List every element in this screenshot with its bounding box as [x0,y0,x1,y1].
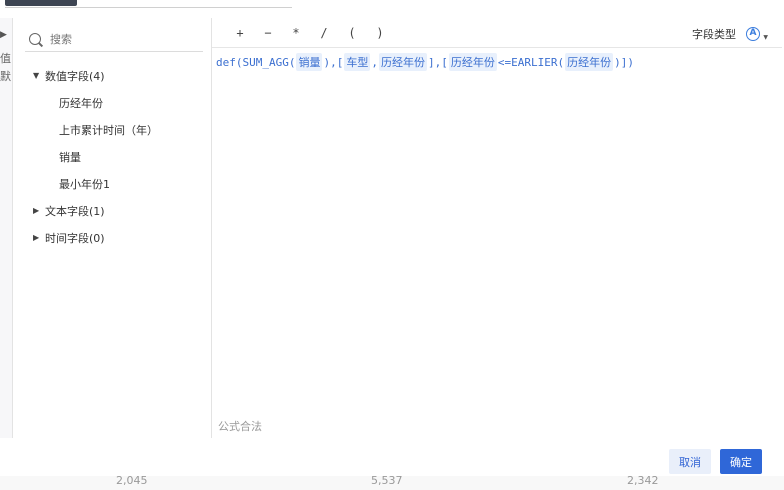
caret-down-icon: ▼ [33,71,40,80]
field-item[interactable]: 历经年份 [13,89,212,116]
close-paren-button[interactable]: ) [366,26,394,40]
search-input[interactable] [50,33,190,46]
background-cell: 2,342 [627,474,659,487]
formula-field-chip[interactable]: 历经年份 [378,53,427,71]
minus-button[interactable]: − [254,26,282,40]
chevron-down-icon: ▼ [763,34,768,41]
group-text-fields[interactable]: ▶ 文本字段(1) [13,197,212,224]
group-label: 数值字段(4) [45,69,105,83]
group-label: 时间字段(0) [45,231,105,245]
collapsed-side-panel[interactable]: ▶ 值 默 [0,18,13,438]
field-item[interactable]: 上市累计时间（年） [13,116,212,143]
formula-text: ],[ [427,55,448,69]
group-numeric-fields[interactable]: ▼ 数值字段(4) [13,62,212,89]
formula-dialog: ▶ 值 默 ▼ 数值字段(4) 历经年份 上市累计时间（年） 销量 最小年份1 … [0,18,784,478]
background-top [0,0,784,20]
operator-buttons: + − * / ( ) [226,26,394,40]
background-cell: 5,537 [371,474,403,487]
text-type-icon: A [746,27,760,41]
group-time-fields[interactable]: ▶ 时间字段(0) [13,224,212,251]
side-panel-char: 值 [0,52,11,65]
formula-field-chip[interactable]: 车型 [344,53,371,71]
caret-right-icon: ▶ [33,233,40,242]
formula-input[interactable]: def(SUM_AGG(销量),[车型, 历经年份],[历经年份 <=EARLIER… [216,52,776,72]
background-table-row: 2,045 5,537 2,342 [0,474,784,490]
confirm-button[interactable]: 确定 [720,449,762,474]
operator-toolbar: + − * / ( ) 字段类型 A ▼ [212,18,782,48]
field-item[interactable]: 销量 [13,143,212,170]
background-tab [5,0,77,6]
expand-arrow-icon[interactable]: ▶ [0,30,7,40]
formula-text: def(SUM_AGG( [216,55,296,69]
search-icon [28,32,44,48]
formula-editor: + − * / ( ) 字段类型 A ▼ def(SUM_AGG(销量),[车型… [212,18,782,438]
formula-text: ),[ [323,55,344,69]
formula-text: )]) [614,55,634,69]
background-divider [5,7,292,8]
dialog-body: ▶ 值 默 ▼ 数值字段(4) 历经年份 上市累计时间（年） 销量 最小年份1 … [0,18,782,438]
formula-field-chip[interactable]: 历经年份 [565,53,614,71]
divide-button[interactable]: / [310,26,338,40]
caret-right-icon: ▶ [33,206,40,215]
formula-text: , [371,55,378,69]
open-paren-button[interactable]: ( [338,26,366,40]
field-type-selector[interactable]: 字段类型 A ▼ [692,26,768,42]
field-list-panel: ▼ 数值字段(4) 历经年份 上市累计时间（年） 销量 最小年份1 ▶ 文本字段… [13,18,212,438]
plus-button[interactable]: + [226,26,254,40]
group-label: 文本字段(1) [45,204,105,218]
dialog-footer: 取消 确定 [669,449,762,474]
multiply-button[interactable]: * [282,26,310,40]
formula-text: <=EARLIER( [497,55,565,69]
formula-field-chip[interactable]: 历经年份 [448,53,497,71]
formula-field-chip[interactable]: 销量 [296,53,323,71]
side-panel-char: 默 [0,70,11,83]
field-item[interactable]: 最小年份1 [13,170,212,197]
background-cell: 2,045 [116,474,148,487]
field-tree: ▼ 数值字段(4) 历经年份 上市累计时间（年） 销量 最小年份1 ▶ 文本字段… [13,62,212,251]
formula-status: 公式合法 [218,420,262,433]
field-search[interactable] [25,28,203,52]
cancel-button[interactable]: 取消 [669,449,711,474]
field-type-label: 字段类型 [692,28,736,41]
